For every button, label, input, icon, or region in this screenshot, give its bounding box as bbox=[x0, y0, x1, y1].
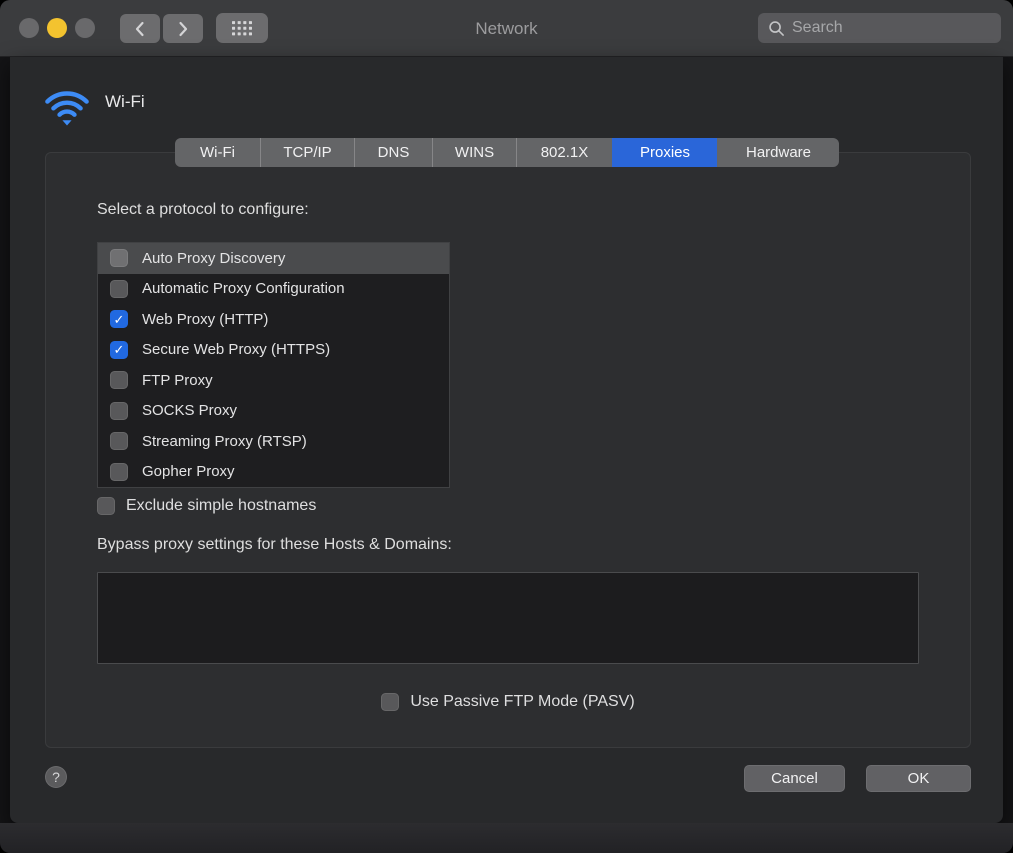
tab-tcpip[interactable]: TCP/IP bbox=[260, 138, 354, 167]
protocol-label: SOCKS Proxy bbox=[142, 402, 237, 419]
wifi-icon bbox=[42, 82, 92, 126]
titlebar: Network Search bbox=[0, 0, 1013, 57]
checkbox[interactable] bbox=[110, 402, 128, 420]
tab-hardware[interactable]: Hardware bbox=[717, 138, 839, 167]
ok-button[interactable]: OK bbox=[866, 765, 971, 792]
protocol-row-gopher-proxy[interactable]: Gopher Proxy bbox=[98, 457, 449, 488]
checkbox[interactable] bbox=[110, 249, 128, 267]
tab-wifi[interactable]: Wi-Fi bbox=[175, 138, 260, 167]
protocol-label: Auto Proxy Discovery bbox=[142, 250, 285, 267]
use-passive-ftp-row: Use Passive FTP Mode (PASV) bbox=[46, 693, 970, 711]
chevron-left-icon bbox=[133, 20, 147, 38]
use-passive-ftp-label: Use Passive FTP Mode (PASV) bbox=[410, 693, 634, 711]
protocol-row-socks-proxy[interactable]: SOCKS Proxy bbox=[98, 396, 449, 427]
tab-proxies[interactable]: Proxies bbox=[612, 138, 717, 167]
search-icon bbox=[768, 20, 785, 37]
protocol-label: Secure Web Proxy (HTTPS) bbox=[142, 341, 330, 358]
exclude-simple-hostnames-checkbox[interactable] bbox=[97, 497, 115, 515]
help-button[interactable]: ? bbox=[45, 766, 67, 788]
checkbox[interactable] bbox=[110, 432, 128, 450]
checkbox[interactable] bbox=[110, 341, 128, 359]
checkbox[interactable] bbox=[110, 371, 128, 389]
tab-8021x[interactable]: 802.1X bbox=[516, 138, 612, 167]
protocol-row-streaming-proxy-rtsp[interactable]: Streaming Proxy (RTSP) bbox=[98, 426, 449, 457]
protocol-row-automatic-proxy-configuration[interactable]: Automatic Proxy Configuration bbox=[98, 274, 449, 305]
show-all-preferences-button[interactable] bbox=[216, 13, 268, 43]
grid-icon bbox=[232, 21, 252, 36]
zoom-window-button[interactable] bbox=[75, 18, 95, 38]
protocol-row-auto-proxy-discovery[interactable]: Auto Proxy Discovery bbox=[98, 243, 449, 274]
search-placeholder: Search bbox=[792, 19, 843, 37]
protocol-row-ftp-proxy[interactable]: FTP Proxy bbox=[98, 365, 449, 396]
exclude-simple-hostnames-row: Exclude simple hostnames bbox=[97, 497, 316, 515]
connection-name-label: Wi-Fi bbox=[105, 92, 145, 112]
proxies-sheet: Wi-Fi Select a protocol to configure: Au… bbox=[10, 57, 1003, 823]
bypass-hosts-textarea[interactable] bbox=[97, 572, 919, 664]
protocol-label: Automatic Proxy Configuration bbox=[142, 280, 345, 297]
network-preferences-window: Network Search Wi-Fi Select a protocol t… bbox=[0, 0, 1013, 853]
chevron-right-icon bbox=[176, 20, 190, 38]
select-protocol-label: Select a protocol to configure: bbox=[97, 201, 309, 219]
minimize-window-button[interactable] bbox=[47, 18, 67, 38]
checkbox[interactable] bbox=[110, 280, 128, 298]
exclude-simple-hostnames-label: Exclude simple hostnames bbox=[126, 497, 316, 515]
protocol-label: FTP Proxy bbox=[142, 372, 213, 389]
close-window-button[interactable] bbox=[19, 18, 39, 38]
tab-bar: Wi-Fi TCP/IP DNS WINS 802.1X Proxies Har… bbox=[175, 138, 839, 167]
search-input[interactable]: Search bbox=[758, 13, 1001, 43]
protocol-label: Gopher Proxy bbox=[142, 463, 235, 480]
settings-panel: Select a protocol to configure: Auto Pro… bbox=[45, 152, 971, 748]
parent-window-bottom-edge bbox=[0, 823, 1013, 853]
forward-button[interactable] bbox=[163, 14, 203, 43]
protocol-label: Web Proxy (HTTP) bbox=[142, 311, 268, 328]
protocol-label: Streaming Proxy (RTSP) bbox=[142, 433, 307, 450]
tab-wins[interactable]: WINS bbox=[432, 138, 516, 167]
protocol-list: Auto Proxy Discovery Automatic Proxy Con… bbox=[97, 242, 450, 488]
checkbox[interactable] bbox=[110, 463, 128, 481]
checkbox[interactable] bbox=[110, 310, 128, 328]
tab-dns[interactable]: DNS bbox=[354, 138, 432, 167]
protocol-row-secure-web-proxy-https[interactable]: Secure Web Proxy (HTTPS) bbox=[98, 335, 449, 366]
bypass-hosts-label: Bypass proxy settings for these Hosts & … bbox=[97, 536, 452, 554]
back-button[interactable] bbox=[120, 14, 160, 43]
protocol-row-web-proxy-http[interactable]: Web Proxy (HTTP) bbox=[98, 304, 449, 335]
cancel-button[interactable]: Cancel bbox=[744, 765, 845, 792]
use-passive-ftp-checkbox[interactable] bbox=[381, 693, 399, 711]
